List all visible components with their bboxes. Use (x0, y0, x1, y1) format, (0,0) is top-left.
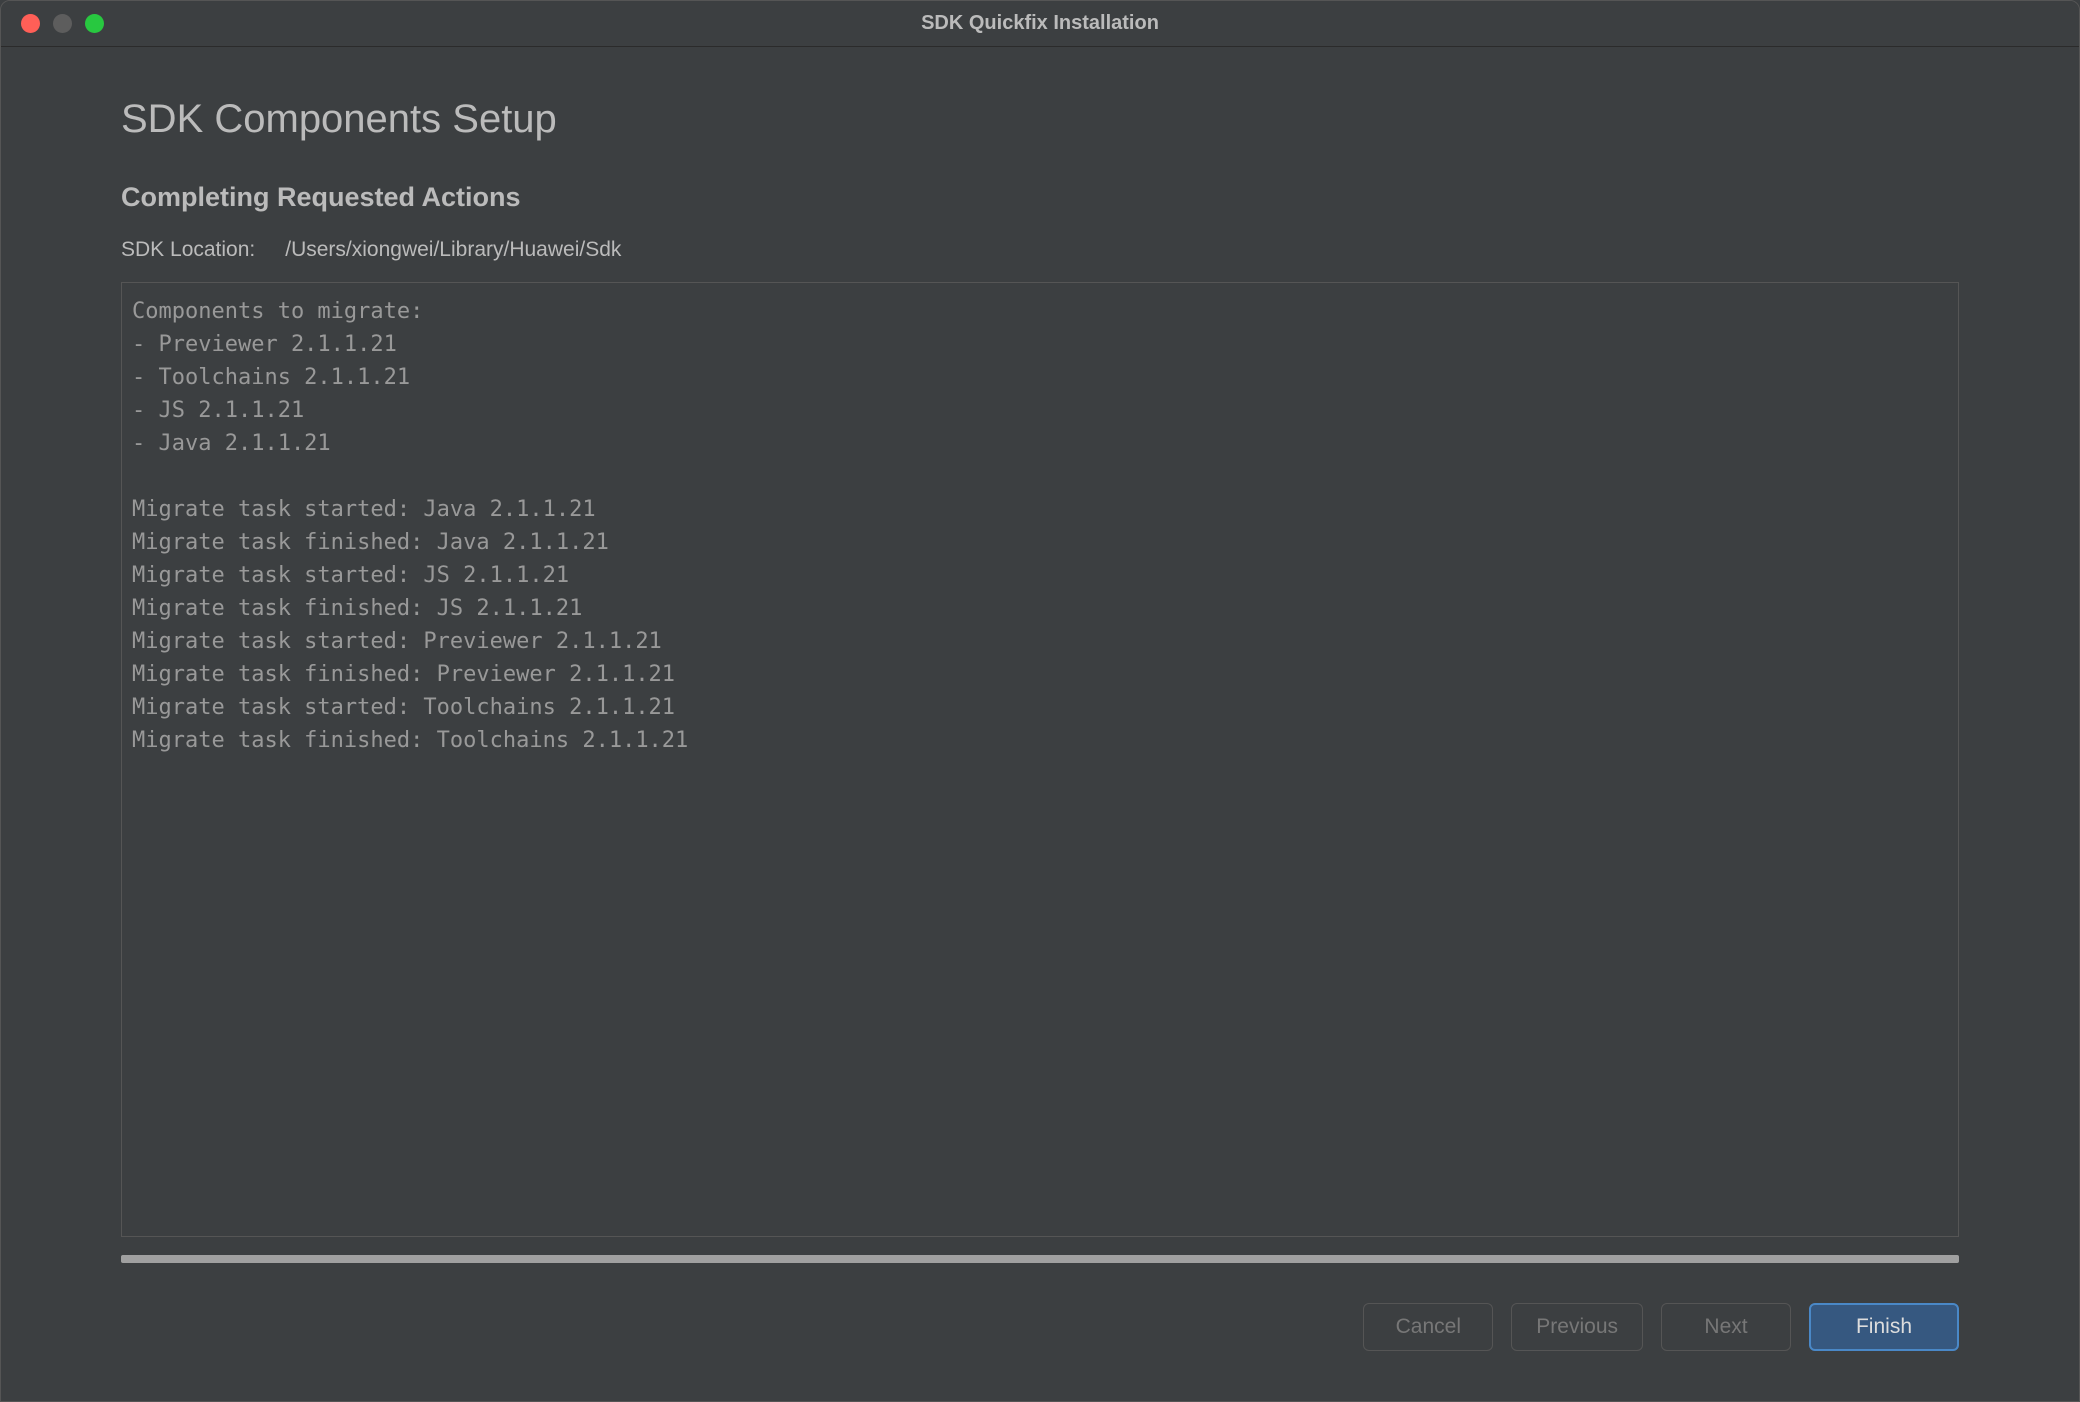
window-controls (1, 14, 104, 33)
wizard-buttons: Cancel Previous Next Finish (121, 1303, 1959, 1371)
window-title: SDK Quickfix Installation (921, 12, 1159, 35)
sdk-location-label: SDK Location: (121, 238, 255, 262)
cancel-button: Cancel (1363, 1303, 1493, 1351)
sdk-location-row: SDK Location: /Users/xiongwei/Library/Hu… (121, 238, 1959, 262)
log-output[interactable]: Components to migrate: - Previewer 2.1.1… (121, 282, 1959, 1237)
sdk-location-value: /Users/xiongwei/Library/Huawei/Sdk (285, 238, 621, 262)
next-button: Next (1661, 1303, 1791, 1351)
previous-button: Previous (1511, 1303, 1643, 1351)
close-window-button[interactable] (21, 14, 40, 33)
finish-button[interactable]: Finish (1809, 1303, 1959, 1351)
installer-window: SDK Quickfix Installation SDK Components… (0, 0, 2080, 1402)
page-title: SDK Components Setup (121, 97, 1959, 142)
minimize-window-button (53, 14, 72, 33)
titlebar: SDK Quickfix Installation (1, 1, 2079, 47)
progress-bar (121, 1255, 1959, 1263)
maximize-window-button[interactable] (85, 14, 104, 33)
content-area: SDK Components Setup Completing Requeste… (1, 47, 2079, 1401)
page-subtitle: Completing Requested Actions (121, 182, 1959, 213)
